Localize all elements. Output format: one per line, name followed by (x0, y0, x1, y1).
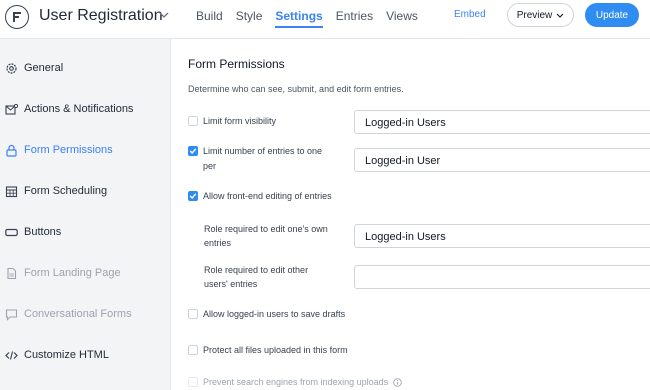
limit-entries-label-line2: per (203, 161, 217, 171)
limit-entries-checkbox[interactable] (188, 146, 198, 156)
save-drafts-row: Allow logged-in users to save drafts (188, 307, 345, 322)
role-own-label-line2: entries (204, 238, 232, 248)
limit-entries-row: Limit number of entries to one per (188, 144, 322, 174)
info-icon[interactable] (393, 378, 402, 387)
app-title: User Registration (39, 7, 163, 24)
sidebar-item-form-permissions[interactable]: Form Permissions (5, 141, 113, 159)
limit-visibility-label: Limit form visibility (203, 116, 277, 126)
checkmark-icon (189, 148, 197, 155)
limit-visibility-row: Limit form visibility (188, 114, 276, 129)
formidable-logo-icon[interactable] (5, 5, 29, 29)
limit-entries-label-line1: Limit number of entries to one (203, 146, 323, 156)
save-drafts-label: Allow logged-in users to save drafts (203, 309, 346, 319)
role-own-select[interactable]: Logged-in Users (354, 224, 650, 248)
front-end-edit-label: Allow front-end editing of entries (203, 191, 332, 201)
role-own-label: Role required to edit one's own entries (204, 222, 328, 250)
page-description: Determine who can see, submit, and edit … (188, 84, 404, 94)
prevent-index-row: Prevent search engines from indexing upl… (188, 375, 402, 390)
protect-files-label: Protect all files uploaded in this form (203, 345, 348, 355)
calendar-icon (5, 185, 18, 198)
limit-entries-label: Limit number of entries to one per (203, 144, 322, 174)
update-button[interactable]: Update (585, 3, 639, 27)
tab-settings[interactable]: Settings (275, 9, 323, 28)
sidebar-item-form-scheduling[interactable]: Form Scheduling (5, 182, 107, 200)
protect-files-checkbox[interactable] (188, 345, 198, 355)
sidebar-item-customize-html[interactable]: Customize HTML (5, 346, 109, 364)
settings-sidebar: General Actions & Notifications Form Per… (0, 39, 171, 390)
document-icon (5, 267, 18, 280)
top-bar: User Registration Build Style Settings E… (0, 0, 650, 39)
code-icon (5, 349, 18, 362)
sidebar-item-label: Form Scheduling (24, 185, 108, 197)
chevron-down-icon (556, 13, 564, 18)
button-icon (5, 226, 18, 239)
form-permissions-panel: Form Permissions Determine who can see, … (171, 39, 650, 390)
sidebar-item-label: General (24, 62, 64, 74)
role-other-label-line1: Role required to edit other (204, 265, 309, 275)
tab-bar: Build Style Settings Entries Views (196, 9, 431, 28)
tab-style[interactable]: Style (236, 9, 263, 28)
lock-icon (5, 144, 18, 157)
role-own-label-line1: Role required to edit one's own (204, 224, 328, 234)
sidebar-item-label: Form Landing Page (24, 267, 121, 279)
sidebar-item-label: Conversational Forms (24, 308, 132, 320)
chat-icon (5, 308, 18, 321)
protect-files-row: Protect all files uploaded in this form (188, 343, 348, 358)
gear-icon (5, 62, 18, 75)
front-end-edit-row: Allow front-end editing of entries (188, 189, 332, 204)
sidebar-item-label: Buttons (24, 226, 62, 238)
sidebar-item-form-landing-page[interactable]: Form Landing Page (5, 264, 121, 282)
role-other-select[interactable] (354, 265, 650, 289)
role-other-label-line2: users' entries (204, 279, 258, 289)
prevent-index-label: Prevent search engines from indexing upl… (203, 377, 389, 387)
preview-label: Preview (516, 9, 553, 21)
notifications-icon (5, 103, 18, 116)
sidebar-item-label: Customize HTML (24, 349, 109, 361)
limit-visibility-select[interactable]: Logged-in Users (354, 110, 650, 134)
prevent-index-checkbox[interactable] (188, 377, 198, 387)
chevron-down-icon[interactable] (158, 9, 170, 21)
embed-link[interactable]: Embed (454, 9, 486, 20)
save-drafts-checkbox[interactable] (188, 309, 198, 319)
sidebar-item-conversational-forms[interactable]: Conversational Forms (5, 305, 132, 323)
page-title: Form Permissions (188, 57, 285, 71)
role-other-label: Role required to edit other users' entri… (204, 263, 308, 291)
limit-entries-select[interactable]: Logged-in User (354, 148, 650, 172)
sidebar-item-label: Actions & Notifications (24, 103, 134, 115)
front-end-edit-checkbox[interactable] (188, 191, 198, 201)
sidebar-item-label: Form Permissions (24, 144, 113, 156)
checkmark-icon (189, 193, 197, 200)
preview-button[interactable]: Preview (507, 3, 574, 27)
tab-views[interactable]: Views (386, 9, 418, 28)
sidebar-item-actions-notifications[interactable]: Actions & Notifications (5, 100, 133, 118)
limit-visibility-checkbox[interactable] (188, 116, 198, 126)
sidebar-item-general[interactable]: General (5, 59, 63, 77)
sidebar-item-buttons[interactable]: Buttons (5, 223, 61, 241)
tab-build[interactable]: Build (196, 9, 223, 28)
tab-entries[interactable]: Entries (336, 9, 373, 28)
